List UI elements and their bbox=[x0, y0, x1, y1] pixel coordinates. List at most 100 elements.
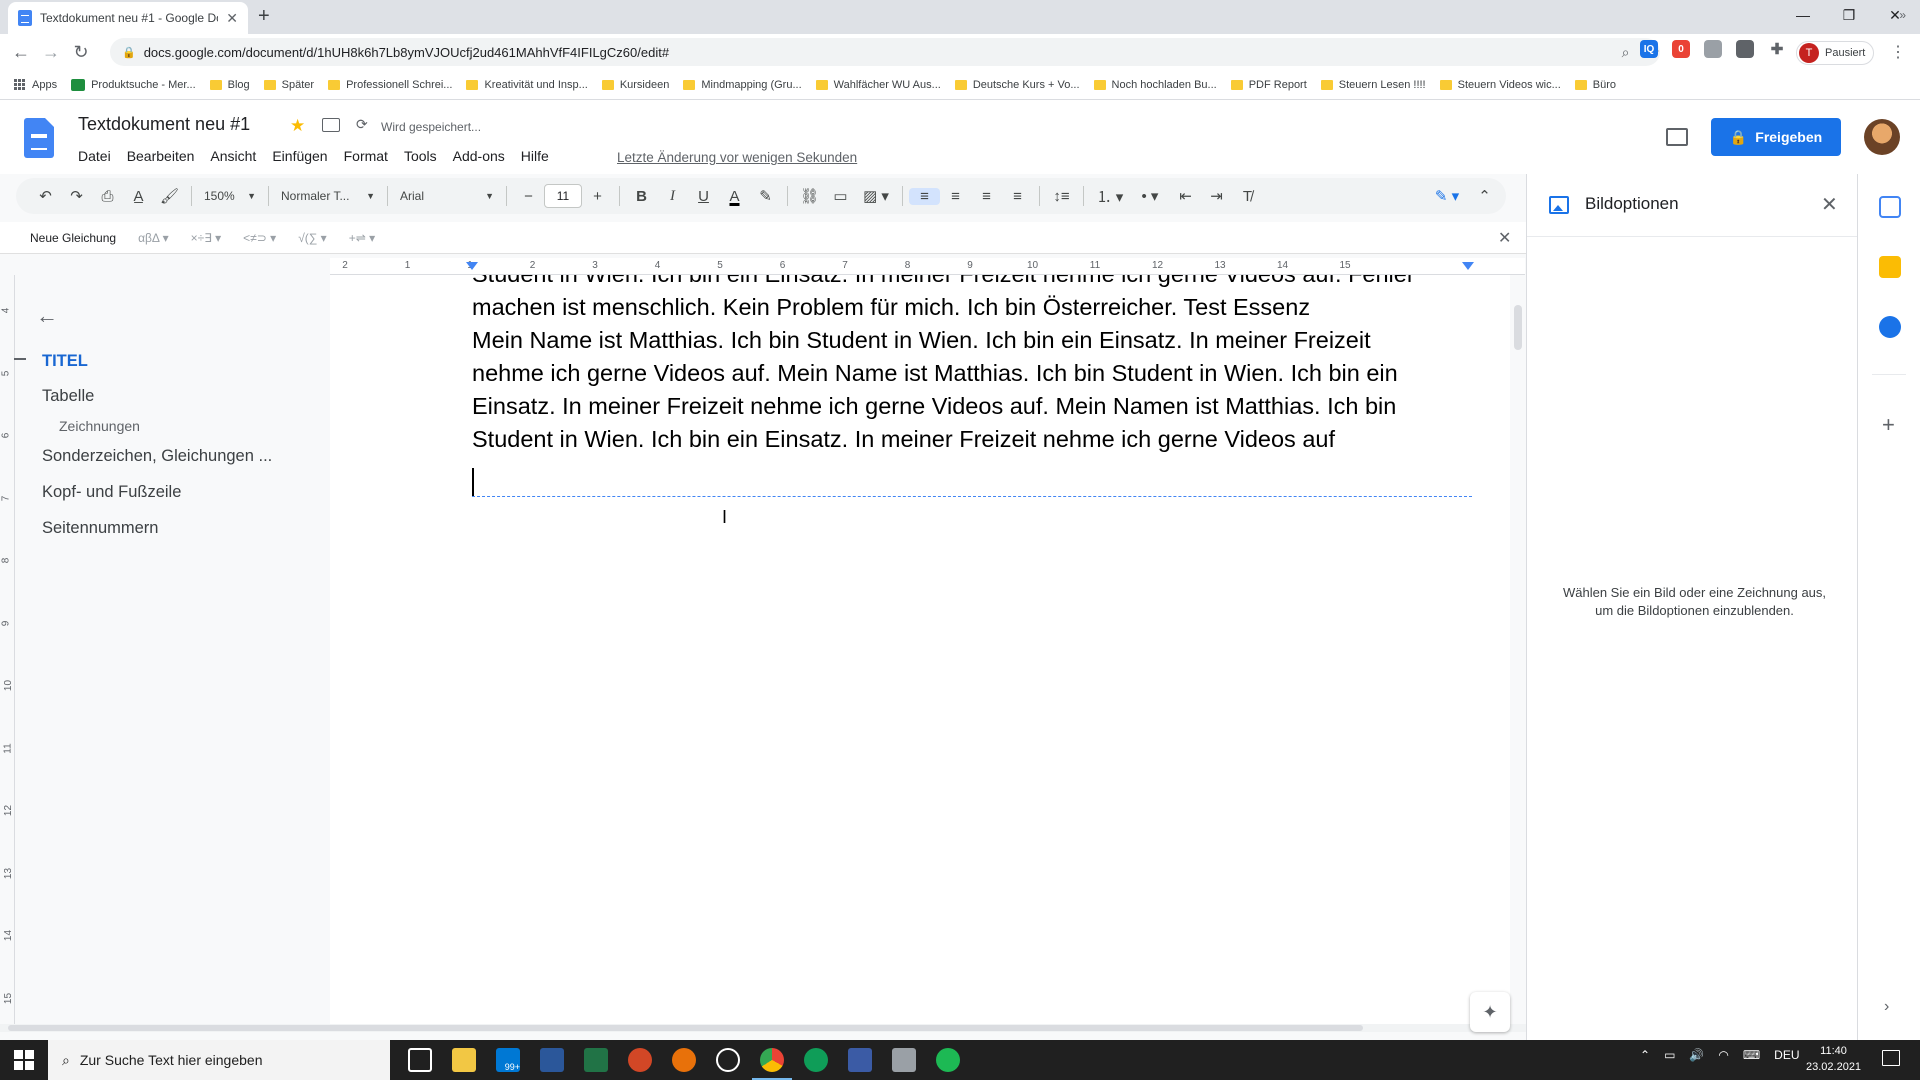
close-equation-toolbar-icon[interactable]: ✕ bbox=[1498, 228, 1511, 248]
spellcheck-icon[interactable]: A̲ bbox=[123, 188, 154, 205]
chrome-icon[interactable] bbox=[752, 1048, 792, 1080]
bookmark-item[interactable]: Professionell Schrei... bbox=[328, 79, 452, 91]
forward-icon[interactable]: → bbox=[36, 42, 66, 63]
insert-link-icon[interactable]: ⛓ bbox=[794, 187, 825, 205]
zoom-icon[interactable]: ⌕ bbox=[1622, 44, 1630, 61]
lock-icon[interactable]: 🔒 bbox=[122, 46, 136, 59]
close-tab-icon[interactable]: ✕ bbox=[226, 10, 238, 27]
move-folder-icon[interactable] bbox=[322, 118, 340, 132]
bookmark-item[interactable]: Später bbox=[263, 79, 314, 91]
restore-button[interactable]: ❐ bbox=[1826, 4, 1872, 26]
paint-format-icon[interactable]: 🖌 bbox=[154, 187, 185, 205]
document-page[interactable]: Student in Wien. Ich bin ein Einsatz. In… bbox=[330, 275, 1510, 1030]
mail-icon[interactable]: 99+ bbox=[496, 1048, 520, 1072]
menu-item[interactable]: Einfügen bbox=[272, 148, 327, 164]
document-canvas[interactable]: Student in Wien. Ich bin ein Einsatz. In… bbox=[330, 275, 1525, 1030]
extensions-puzzle-icon[interactable]: ✚ bbox=[1768, 40, 1786, 58]
align-right-icon[interactable]: ≡ bbox=[971, 188, 1002, 205]
bookmark-item[interactable]: Blog bbox=[209, 79, 250, 91]
edge-icon[interactable] bbox=[804, 1048, 828, 1072]
bulleted-list-icon[interactable]: • ▾ bbox=[1130, 187, 1170, 205]
document-line[interactable]: Mein Name ist Matthias. Ich bin Student … bbox=[472, 324, 1472, 357]
get-addons-plus-icon[interactable]: + bbox=[1882, 412, 1895, 438]
outline-item[interactable]: Tabelle bbox=[42, 387, 94, 406]
menu-item[interactable]: Add-ons bbox=[453, 148, 505, 164]
share-button[interactable]: 🔒 Freigeben bbox=[1711, 118, 1841, 156]
account-avatar[interactable] bbox=[1864, 119, 1900, 155]
equation-symbol-group[interactable]: <≠⊃ ▾ bbox=[243, 231, 276, 245]
extension-grid-icon[interactable] bbox=[1736, 40, 1754, 58]
menu-item[interactable]: Tools bbox=[404, 148, 437, 164]
align-justify-icon[interactable]: ≡ bbox=[1002, 188, 1033, 205]
document-title[interactable]: Textdokument neu #1 bbox=[78, 114, 250, 135]
close-window-button[interactable]: ✕ bbox=[1872, 4, 1918, 26]
outline-item[interactable]: Sonderzeichen, Gleichungen ... bbox=[42, 447, 272, 466]
app-window-icon[interactable] bbox=[848, 1048, 872, 1072]
language-indicator[interactable]: DEU bbox=[1774, 1048, 1799, 1062]
extension-iq-icon[interactable]: IQ bbox=[1640, 40, 1658, 58]
browser-tab[interactable]: Textdokument neu #1 - Google Docs ✕ bbox=[8, 2, 248, 34]
zoom-select[interactable]: 150% ▼ bbox=[198, 189, 262, 203]
font-select[interactable]: Arial ▼ bbox=[394, 189, 500, 203]
bookmark-item[interactable]: Apps bbox=[14, 78, 57, 91]
new-equation-button[interactable]: Neue Gleichung bbox=[30, 231, 116, 245]
outline-item[interactable]: Kopf- und Fußzeile bbox=[42, 483, 181, 502]
equation-symbol-group[interactable]: αβΔ ▾ bbox=[138, 231, 169, 245]
font-size-input[interactable]: 11 bbox=[544, 184, 582, 208]
add-comment-icon[interactable]: ▭ bbox=[825, 187, 856, 205]
hide-menus-icon[interactable]: ⌃ bbox=[1469, 187, 1500, 205]
last-edit-link[interactable]: Letzte Änderung vor wenigen Sekunden bbox=[617, 150, 857, 165]
paragraph-style-select[interactable]: Normaler T... ▼ bbox=[275, 189, 381, 203]
redo-icon[interactable]: ↷ bbox=[61, 187, 92, 205]
outline-item[interactable]: Seitennummern bbox=[42, 519, 158, 538]
omnibox[interactable]: 🔒 docs.google.com/document/d/1hUH8k6h7Lb… bbox=[110, 38, 1660, 66]
highlight-color-icon[interactable]: ✎ bbox=[750, 187, 781, 205]
decrease-font-size-icon[interactable]: − bbox=[513, 188, 544, 205]
taskbar-clock[interactable]: 11:40 23.02.2021 bbox=[1806, 1043, 1861, 1075]
numbered-list-icon[interactable]: ⒈ ▾ bbox=[1090, 186, 1130, 207]
battery-icon[interactable]: ▭ bbox=[1664, 1048, 1675, 1062]
document-line[interactable]: machen ist menschlich. Kein Problem für … bbox=[472, 291, 1472, 324]
editing-mode-icon[interactable]: ✎ ▾ bbox=[1425, 187, 1469, 205]
equation-symbol-group[interactable]: √(∑ ▾ bbox=[298, 231, 327, 245]
clear-formatting-icon[interactable]: T̸ bbox=[1232, 188, 1263, 205]
notepad-icon[interactable] bbox=[892, 1048, 916, 1072]
print-icon[interactable]: ⎙ bbox=[92, 188, 123, 205]
obs-icon[interactable] bbox=[716, 1048, 740, 1072]
bookmark-item[interactable]: Deutsche Kurs + Vo... bbox=[954, 79, 1080, 91]
document-line[interactable]: Student in Wien. Ich bin ein Einsatz. In… bbox=[472, 423, 1472, 456]
bookmark-item[interactable]: Kursideen bbox=[601, 79, 669, 91]
volume-icon[interactable]: 🔊 bbox=[1689, 1048, 1704, 1062]
extension-icon[interactable] bbox=[1704, 40, 1722, 58]
back-icon[interactable]: ← bbox=[6, 42, 36, 63]
right-indent-marker[interactable] bbox=[1462, 262, 1474, 270]
keyboard-icon[interactable]: ⌨ bbox=[1743, 1048, 1760, 1062]
spotify-icon[interactable] bbox=[936, 1048, 960, 1072]
bookmark-item[interactable]: Produktsuche - Mer... bbox=[71, 78, 196, 91]
tray-overflow-icon[interactable]: ⌃ bbox=[1640, 1048, 1650, 1062]
minimize-button[interactable]: — bbox=[1780, 4, 1826, 26]
horizontal-ruler[interactable]: 2 1 1 2 3 4 5 6 7 8 9 10 11 12 13 14 15 bbox=[330, 258, 1525, 275]
underline-icon[interactable]: U bbox=[688, 188, 719, 205]
explore-icon[interactable]: ✦ bbox=[1470, 992, 1510, 1032]
document-line[interactable]: Einsatz. In meiner Freizeit nehme ich ge… bbox=[472, 390, 1472, 423]
outline-item[interactable]: Zeichnungen bbox=[59, 418, 140, 434]
close-panel-icon[interactable]: ✕ bbox=[1821, 192, 1838, 217]
star-icon[interactable]: ★ bbox=[290, 116, 305, 136]
undo-icon[interactable]: ↶ bbox=[30, 187, 61, 205]
task-view-icon[interactable] bbox=[408, 1048, 432, 1072]
align-left-icon[interactable]: ≡ bbox=[909, 187, 940, 205]
bookmark-item[interactable]: Wahlfächer WU Aus... bbox=[815, 79, 941, 91]
bookmark-item[interactable]: Mindmapping (Gru... bbox=[683, 79, 802, 91]
bold-icon[interactable]: B bbox=[626, 188, 657, 205]
vertical-ruler[interactable]: 4 5 6 7 8 9 10 11 12 13 14 15 bbox=[0, 275, 15, 1030]
word-icon[interactable] bbox=[540, 1048, 564, 1072]
increase-font-size-icon[interactable]: + bbox=[582, 188, 613, 205]
url-text[interactable]: docs.google.com/document/d/1hUH8k6h7Lb8y… bbox=[144, 45, 669, 60]
menu-item[interactable]: Hilfe bbox=[521, 148, 549, 164]
increase-indent-icon[interactable]: ⇥ bbox=[1201, 187, 1232, 205]
document-line[interactable]: Student in Wien. Ich bin ein Einsatz. In… bbox=[472, 275, 1472, 291]
horizontal-scrollbar-thumb[interactable] bbox=[8, 1025, 1363, 1031]
equation-symbol-group[interactable]: +⇌ ▾ bbox=[349, 231, 375, 245]
equation-symbol-group[interactable]: ×÷∃ ▾ bbox=[191, 231, 222, 245]
